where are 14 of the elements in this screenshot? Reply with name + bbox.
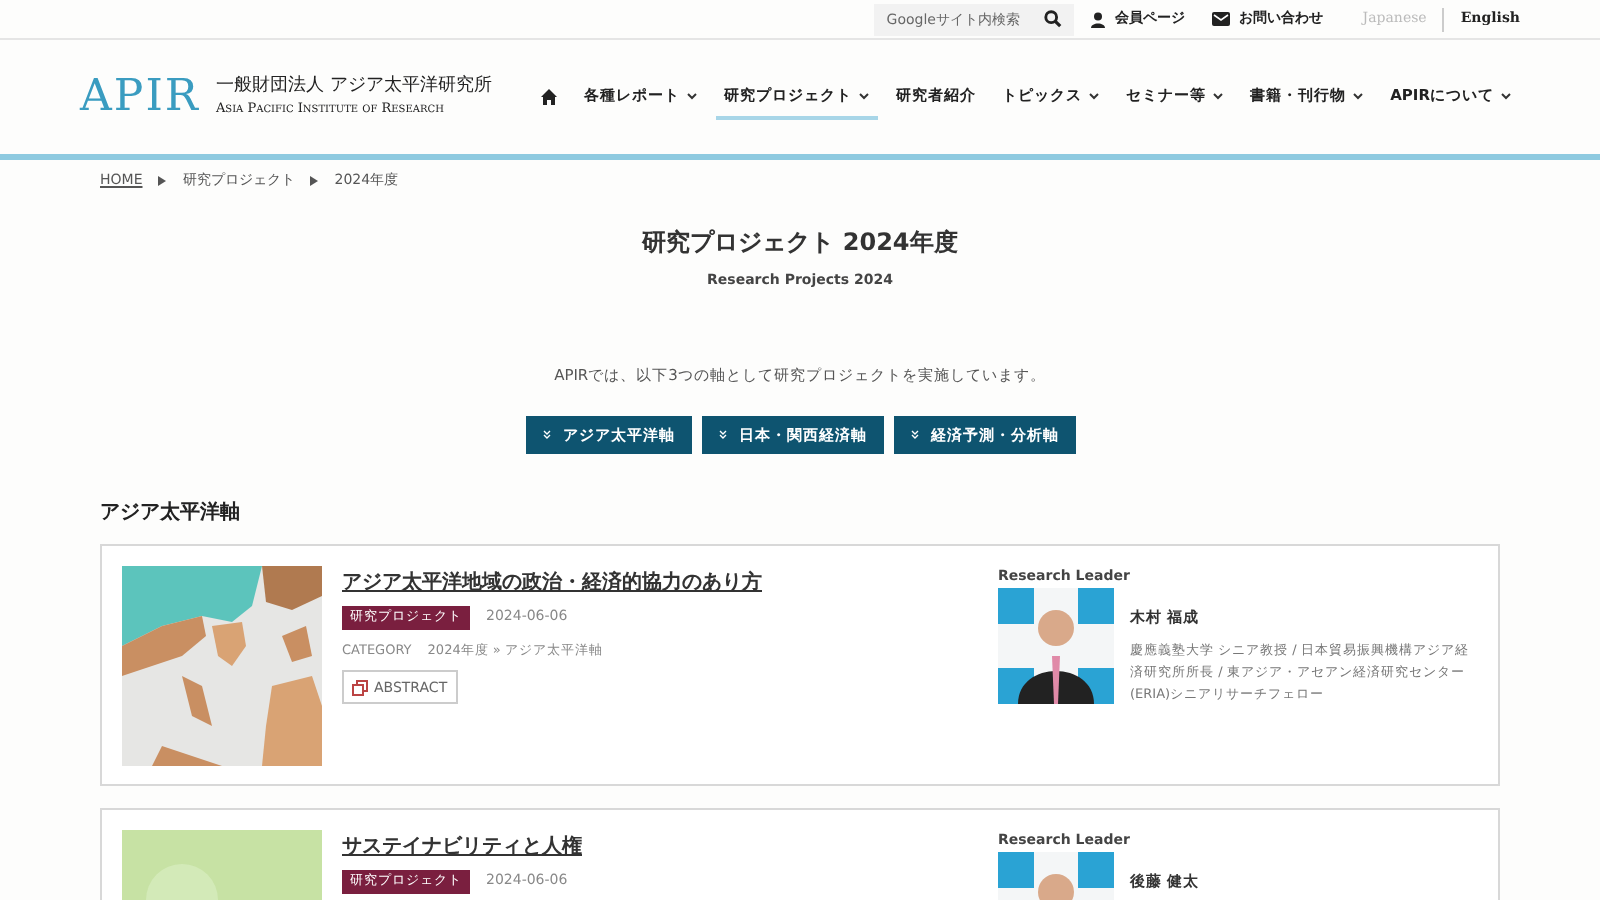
home-icon[interactable] [540,88,559,106]
organization-name: 一般財団法人 アジア太平洋研究所 [215,75,492,97]
double-chevron-icon [909,429,919,440]
project-title[interactable]: アジア太平洋地域の政治・経済的協力のあり方 [342,567,762,598]
section-heading: アジア太平洋軸 [100,499,242,528]
double-chevron-icon [541,429,551,440]
page-title: 研究プロジェクト 2024年度 [639,226,960,260]
person-icon [1090,11,1107,27]
copy-icon [352,679,368,696]
caret-icon [158,175,167,185]
double-chevron-icon [717,429,727,440]
mail-icon [1212,12,1231,26]
project-title[interactable]: サステイナビリティと人権 [342,831,582,862]
caret-icon [310,175,319,185]
